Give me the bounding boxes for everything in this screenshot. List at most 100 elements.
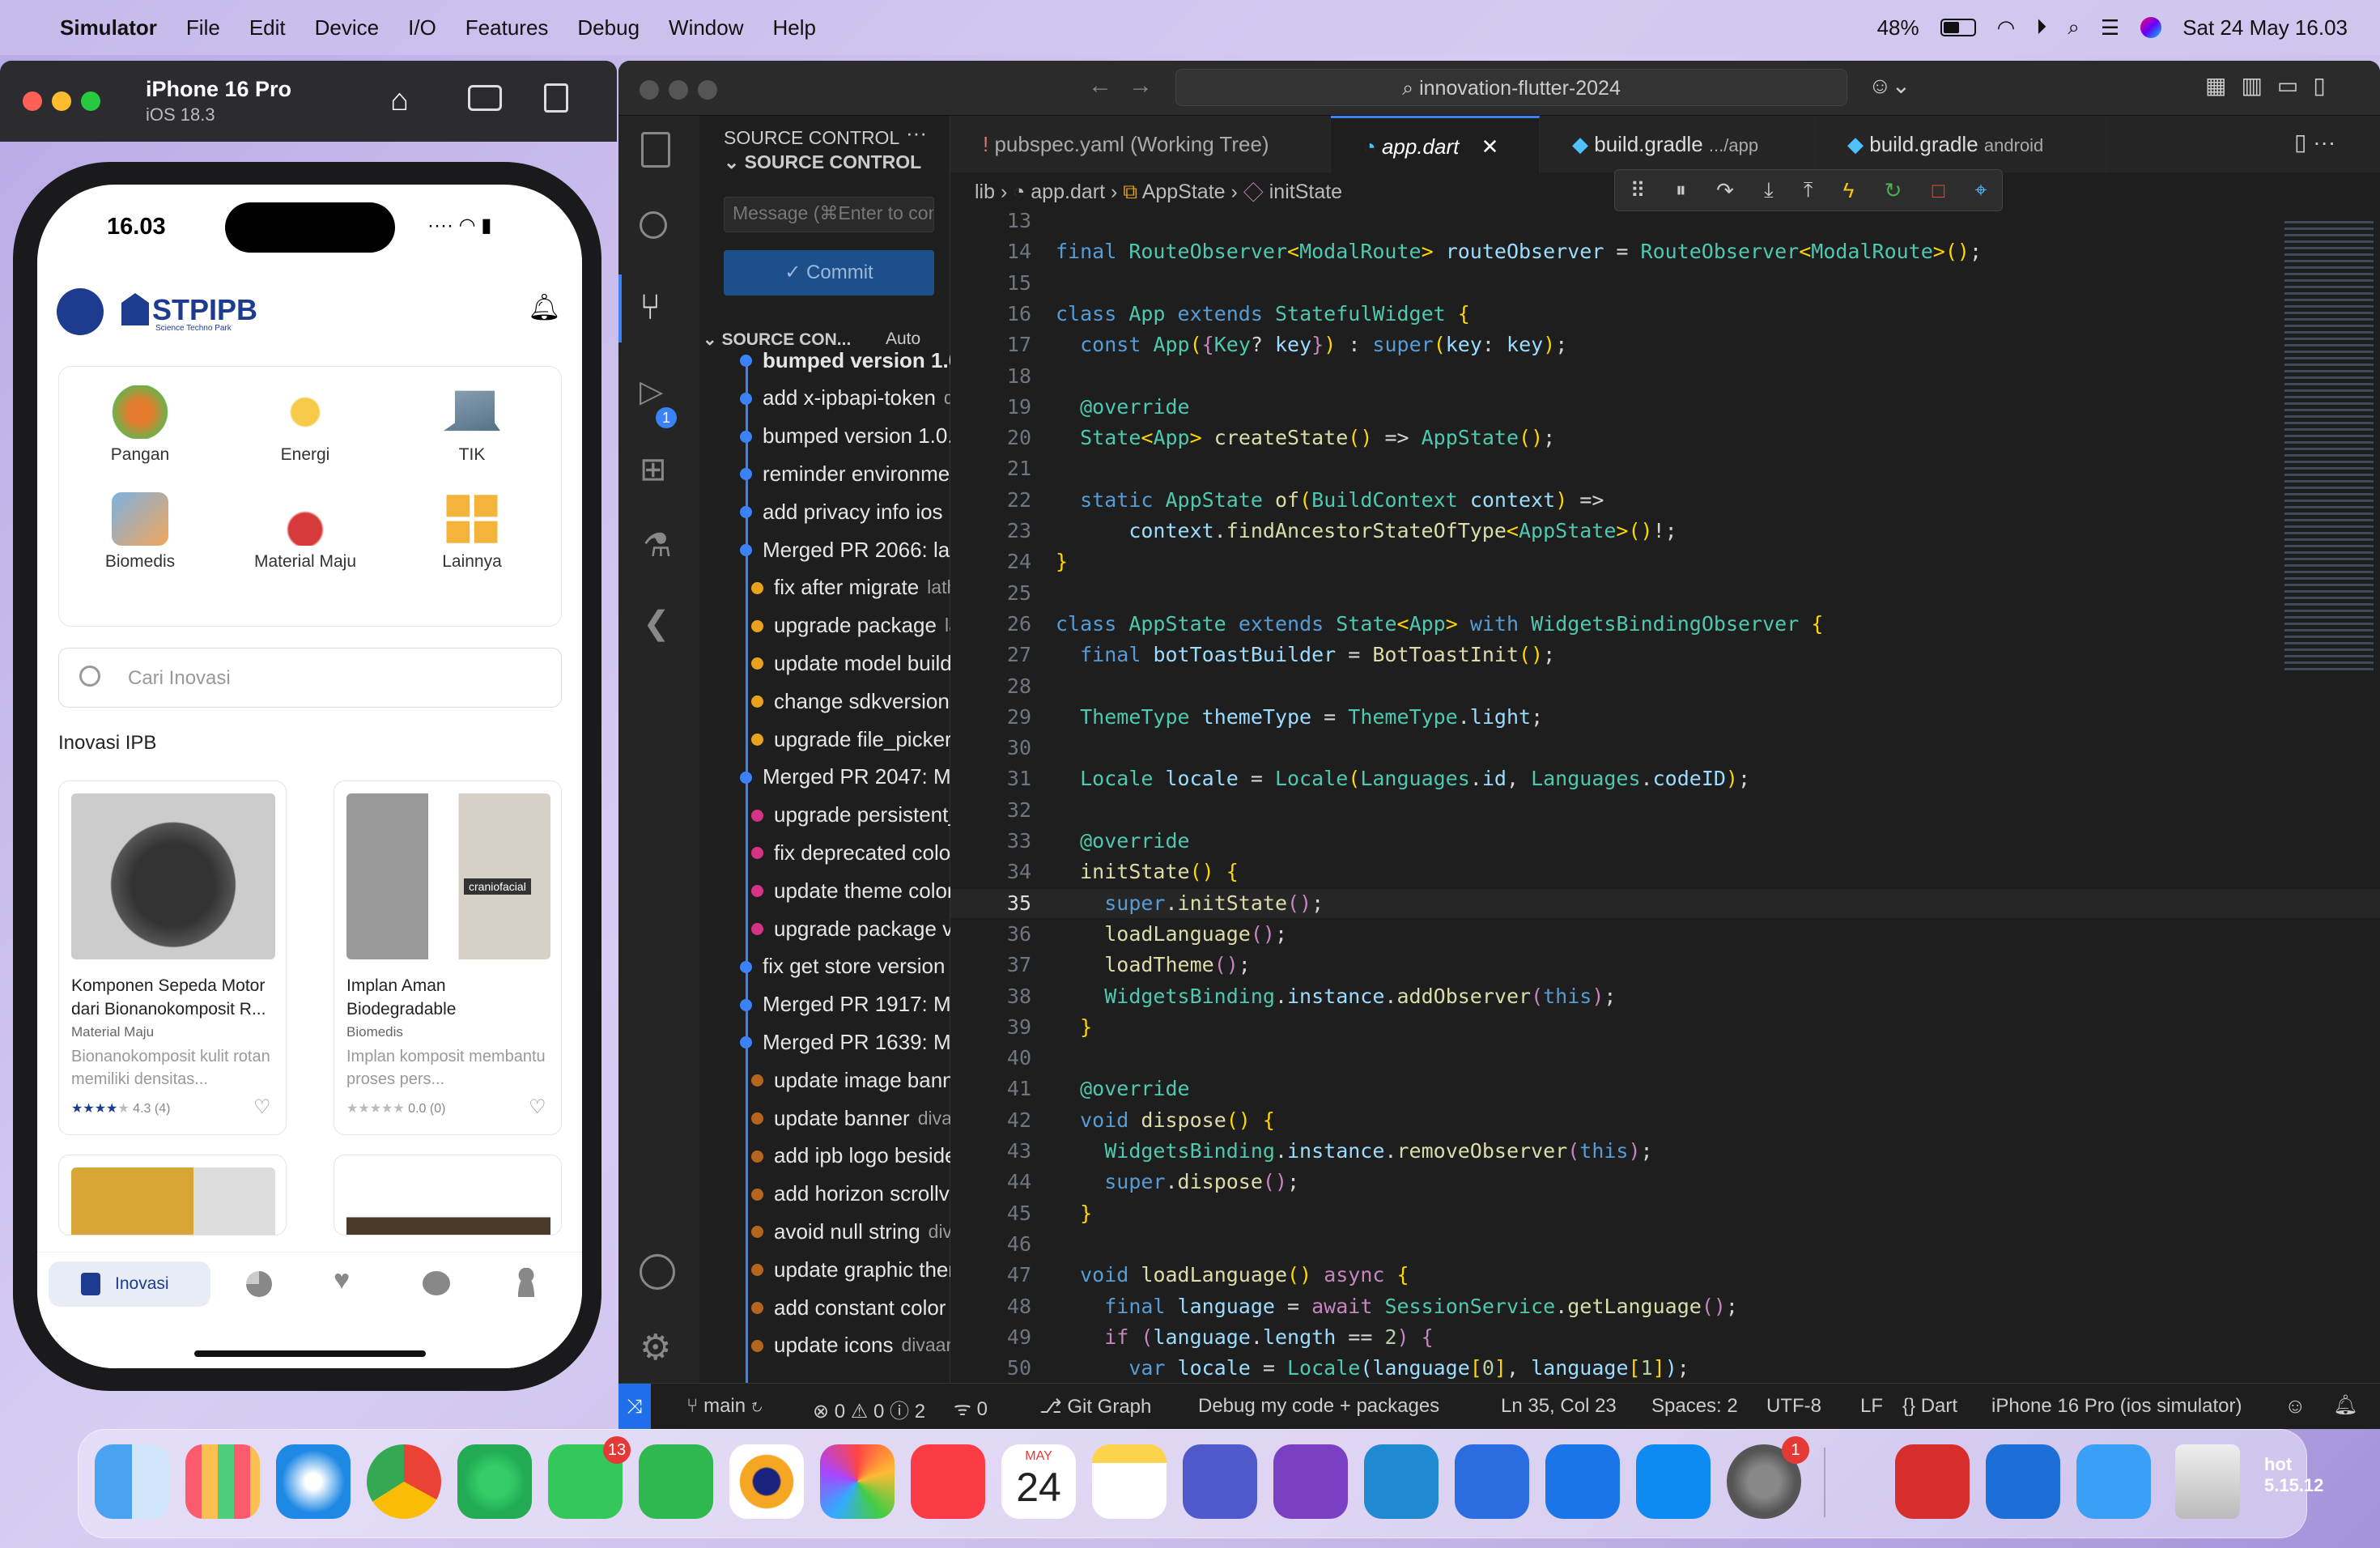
code-line[interactable]: 30 — [950, 734, 2380, 763]
code-line[interactable]: 20 State<App> createState() => AppState(… — [950, 423, 2380, 453]
commit-row[interactable]: reminder environmentdivaariani — [740, 456, 950, 491]
code-line[interactable]: 16 class App extends StatefulWidget { — [950, 300, 2380, 329]
minimap[interactable] — [2284, 221, 2374, 674]
code-line[interactable]: 42 void dispose() { — [950, 1106, 2380, 1135]
code-line[interactable]: 19 @override — [950, 393, 2380, 422]
zoom-button[interactable] — [698, 80, 717, 100]
siri-icon[interactable] — [2140, 17, 2162, 38]
code-line[interactable]: 49 if (language.length == 2) { — [950, 1323, 2380, 1352]
code-line[interactable]: 29 ThemeType themeType = ThemeType.light… — [950, 703, 2380, 732]
menu-edit[interactable]: Edit — [249, 15, 286, 40]
tab-close-icon[interactable]: ✕ — [1481, 134, 1499, 159]
menu-app-name[interactable]: Simulator — [60, 15, 157, 40]
code-line[interactable]: 43 WidgetsBinding.instance.removeObserve… — [950, 1137, 2380, 1166]
commit-row[interactable]: upgrade persistent_bottom_nav_b... — [751, 797, 950, 833]
status-problems[interactable]: ⊗ 0 ⚠ 0 ⓘ 2 — [813, 1395, 925, 1423]
simulator-icon[interactable] — [1986, 1444, 2060, 1519]
zoom-button[interactable] — [81, 91, 100, 111]
copilot-icon[interactable]: ☺︎⌄ — [1868, 72, 1910, 99]
source-control-icon[interactable]: ⑂ — [640, 287, 661, 328]
category-biomedis[interactable]: Biomedis — [79, 492, 201, 572]
code-line[interactable]: 32 — [950, 796, 2380, 825]
minimize-button[interactable] — [52, 91, 71, 111]
menu-file[interactable]: File — [186, 15, 220, 40]
status-debug[interactable]: Debug my code + packages — [1198, 1395, 1439, 1418]
run-debug-icon[interactable]: ▷ — [640, 373, 663, 410]
code-line[interactable]: 41 @override — [950, 1074, 2380, 1104]
commit-row[interactable]: Merged PR 1917: Merge feature/po... — [740, 987, 950, 1023]
commit-row[interactable]: fix deprecated colorScheme and M... — [751, 835, 950, 870]
photo-booth-icon[interactable] — [1895, 1444, 1970, 1519]
flutter-icon[interactable]: ❮ — [643, 605, 670, 642]
commit-row[interactable]: fix after migrate lathifrdp — [751, 570, 950, 606]
extensions-icon[interactable]: ⊞ — [640, 451, 667, 488]
code-line[interactable]: 13 — [950, 211, 2380, 236]
scm-section[interactable]: ⌄ SOURCE CONTROL — [724, 151, 921, 173]
close-button[interactable] — [640, 80, 659, 100]
tab-build-gradle-android[interactable]: ◆ build.gradle android — [1815, 116, 2106, 172]
code-line[interactable]: 39 } — [950, 1013, 2380, 1042]
code-line[interactable]: 25 — [950, 579, 2380, 608]
home-icon[interactable]: ⌂ — [390, 83, 409, 118]
close-button[interactable] — [23, 91, 42, 111]
tab-pubspec[interactable]: ! pubspec.yaml (Working Tree) — [950, 116, 1331, 172]
status-branch[interactable]: ⑂ main ↻ — [686, 1395, 763, 1418]
facetime-icon[interactable] — [639, 1444, 713, 1519]
commit-row[interactable]: add privacy info iosdivaariani — [740, 494, 950, 529]
settings-gear-icon[interactable]: ⚙︎ — [640, 1327, 671, 1368]
code-line[interactable]: 17 const App({Key? key}) : super(key: ke… — [950, 330, 2380, 359]
status-position[interactable]: Ln 35, Col 23 — [1501, 1395, 1617, 1418]
status-ports[interactable]: ᯤ 0 — [954, 1395, 988, 1422]
pause-icon[interactable]: ⏸ — [1676, 177, 1686, 203]
commit-row[interactable]: update theme colordivaariani — [751, 873, 950, 908]
inspect-icon[interactable]: ⌖ — [1975, 177, 1987, 203]
mail-icon[interactable] — [2076, 1444, 2151, 1519]
code-line[interactable]: 22 static AppState of(BuildContext conte… — [950, 486, 2380, 515]
chrome-icon[interactable] — [367, 1444, 441, 1519]
xcode-instruments-icon[interactable] — [1455, 1444, 1529, 1519]
code-line[interactable]: 47 void loadLanguage() async { — [950, 1261, 2380, 1290]
code-area[interactable]: 13 14 final RouteObserver<ModalRoute> rout… — [950, 211, 2380, 1383]
commit-row[interactable]: Merged PR 2047: Merge enhance/... — [740, 759, 950, 795]
category-tik[interactable]: TIK — [411, 385, 533, 465]
category-lainnya[interactable]: Lainnya — [411, 492, 533, 572]
category-pangan[interactable]: Pangan — [79, 385, 201, 465]
status-git-graph[interactable]: ⎇ Git Graph — [1039, 1395, 1151, 1418]
commit-row[interactable]: update banner divaariani — [751, 1100, 950, 1136]
search-icon[interactable] — [640, 211, 667, 239]
breadcrumb[interactable]: lib › ◔ app.dart › ⧉ AppState › ◇ initSt… — [975, 181, 1342, 204]
pie-chart-icon[interactable] — [246, 1271, 272, 1297]
status-device[interactable]: iPhone 16 Pro (ios simulator) — [1991, 1395, 2242, 1418]
account-icon[interactable] — [640, 1254, 675, 1290]
trash-icon[interactable] — [2175, 1444, 2240, 1519]
copilot-status-icon[interactable]: ☺︎ — [2284, 1393, 2306, 1418]
drag-handle-icon[interactable]: ⠿ — [1630, 178, 1646, 203]
code-line[interactable]: 48 final language = await SessionService… — [950, 1292, 2380, 1321]
tab-app-dart[interactable]: ◔ app.dart ✕ — [1331, 116, 1540, 172]
restart-icon[interactable]: ↻ — [1885, 178, 1902, 203]
xcode-icon[interactable] — [1545, 1444, 1620, 1519]
code-line[interactable]: 45 } — [950, 1199, 2380, 1228]
code-line[interactable]: 36 loadLanguage(); — [950, 920, 2380, 949]
commit-row[interactable]: bumped version 1.0.5+8divaariani — [740, 419, 950, 454]
category-material-maju[interactable]: Material Maju — [244, 492, 366, 572]
layout-icons[interactable]: ▦▥▭▯ — [2205, 72, 2340, 99]
photos-icon[interactable] — [820, 1444, 895, 1519]
code-line[interactable]: 46 — [950, 1230, 2380, 1259]
heart-icon[interactable]: ♡ — [253, 1095, 271, 1119]
innovation-card[interactable]: craniofacial Implan Aman Biodegradable B… — [334, 780, 562, 1135]
code-line[interactable]: 31 Locale locale = Locale(Languages.id, … — [950, 764, 2380, 793]
menu-debug[interactable]: Debug — [577, 15, 640, 40]
code-line[interactable]: 37 loadTheme(); — [950, 950, 2380, 980]
menu-features[interactable]: Features — [465, 15, 549, 40]
code-line[interactable]: 26 class AppState extends State<App> with… — [950, 610, 2380, 639]
commit-row[interactable]: add ipb logo beside stp logodivaar... — [751, 1138, 950, 1174]
code-line[interactable]: 33 @override — [950, 827, 2380, 856]
split-editor-icon[interactable]: ▯ ··· — [2294, 129, 2335, 155]
commit-row[interactable]: change sdkversion to 35 and gradl... — [751, 683, 950, 719]
code-line[interactable]: 35 super.initState(); — [950, 888, 2380, 918]
tab-build-gradle-app[interactable]: ◆ build.gradle .../app — [1540, 116, 1815, 172]
innovation-card[interactable] — [58, 1155, 287, 1235]
vscode-dock-icon[interactable] — [1364, 1444, 1439, 1519]
heart-nav-icon[interactable]: ♥ — [334, 1265, 350, 1296]
